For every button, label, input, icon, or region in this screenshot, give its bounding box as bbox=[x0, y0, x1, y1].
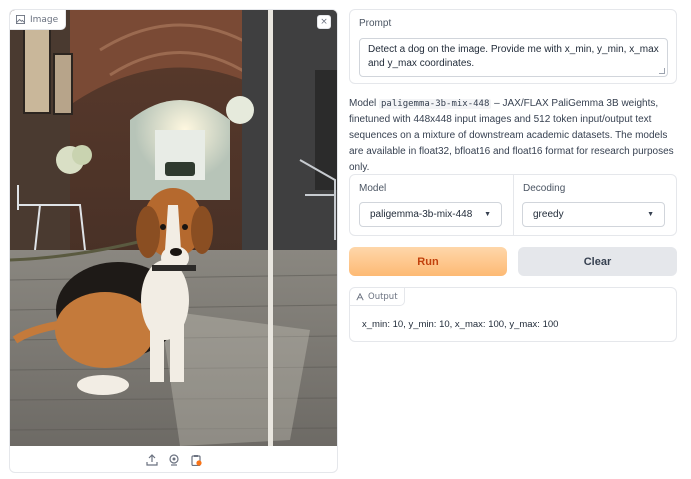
upload-icon[interactable] bbox=[145, 453, 159, 467]
output-block: Output x_min: 10, y_min: 10, x_max: 100,… bbox=[349, 287, 677, 342]
image-label-text: Image bbox=[30, 14, 59, 25]
output-value: x_min: 10, y_min: 10, x_max: 100, y_max:… bbox=[362, 319, 559, 330]
decoding-dropdown[interactable]: greedy ▼ bbox=[522, 202, 665, 227]
image-source-toolbar bbox=[10, 448, 337, 472]
model-description: Model paligemma-3b-mix-448 – JAX/FLAX Pa… bbox=[349, 96, 679, 176]
close-glyph: × bbox=[320, 17, 328, 27]
prompt-value: Detect a dog on the image. Provide me wi… bbox=[368, 44, 659, 69]
text-output-icon bbox=[356, 292, 364, 300]
clear-button[interactable]: Clear bbox=[518, 247, 677, 276]
clipboard-icon[interactable] bbox=[189, 453, 203, 467]
webcam-icon[interactable] bbox=[167, 453, 181, 467]
output-label-text: Output bbox=[368, 291, 398, 302]
decoding-label: Decoding bbox=[523, 183, 566, 194]
model-label: Model bbox=[359, 183, 387, 194]
decoding-dropdown-value: greedy bbox=[533, 209, 564, 220]
chevron-down-icon: ▼ bbox=[484, 211, 491, 218]
model-code: paligemma-3b-mix-448 bbox=[379, 99, 492, 109]
prompt-block: Prompt Detect a dog on the image. Provid… bbox=[349, 9, 677, 84]
image-label-tab: Image bbox=[10, 10, 67, 30]
image-icon bbox=[16, 15, 25, 24]
output-label-tab: Output bbox=[350, 288, 405, 306]
prompt-textarea[interactable]: Detect a dog on the image. Provide me wi… bbox=[359, 38, 668, 77]
run-button[interactable]: Run bbox=[349, 247, 507, 276]
prompt-label: Prompt bbox=[359, 18, 392, 29]
close-icon[interactable]: × bbox=[317, 15, 331, 29]
settings-block: Model paligemma-3b-mix-448 ▼ Decoding gr… bbox=[349, 174, 677, 236]
divider bbox=[513, 175, 514, 235]
resize-handle[interactable] bbox=[659, 68, 665, 74]
image-panel: Image × bbox=[9, 9, 338, 473]
chevron-down-icon: ▼ bbox=[647, 211, 654, 218]
input-photo[interactable] bbox=[10, 10, 337, 446]
model-dropdown[interactable]: paligemma-3b-mix-448 ▼ bbox=[359, 202, 502, 227]
description-prefix: Model bbox=[349, 98, 380, 109]
model-dropdown-value: paligemma-3b-mix-448 bbox=[370, 209, 473, 220]
description-body: – JAX/FLAX PaliGemma 3B weights, finetun… bbox=[349, 98, 674, 173]
